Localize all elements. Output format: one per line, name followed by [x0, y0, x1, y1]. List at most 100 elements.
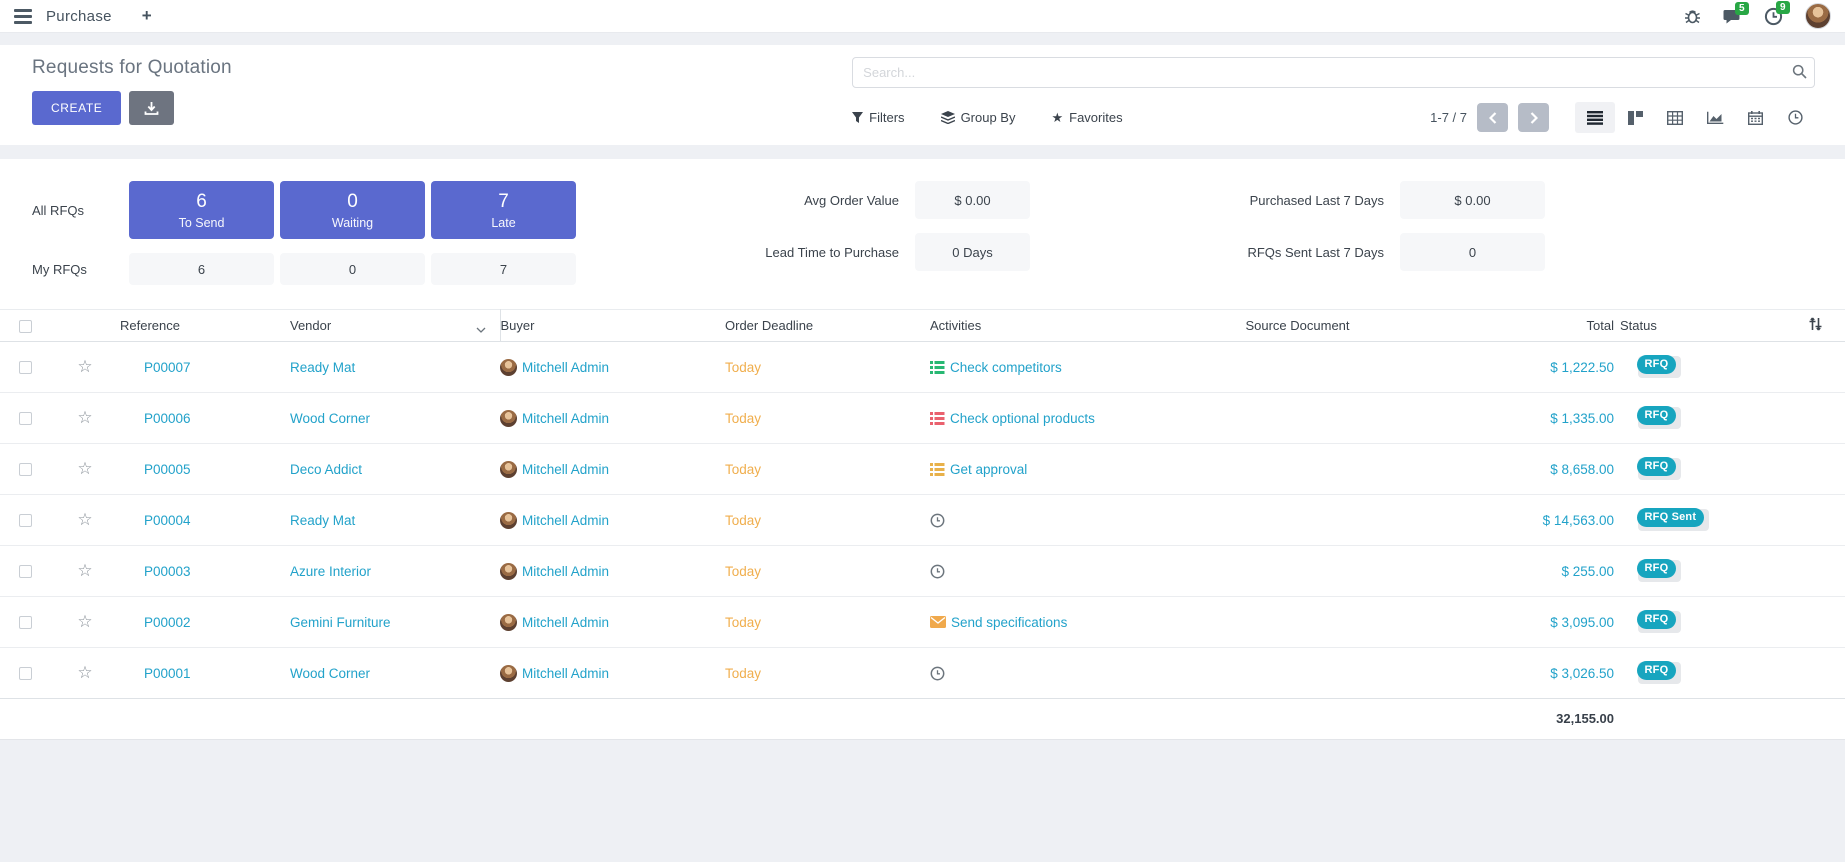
table-row[interactable]: ☆P00003Azure InteriorMitchell AdminToday… — [0, 546, 1845, 597]
view-activity-button[interactable] — [1775, 102, 1815, 133]
row-checkbox[interactable] — [19, 463, 32, 476]
buyer-avatar — [500, 563, 517, 580]
debug-bug-icon[interactable] — [1684, 8, 1701, 24]
vendor-link[interactable]: Ready Mat — [290, 513, 355, 528]
table-row[interactable]: ☆P00004Ready MatMitchell AdminToday$ 14,… — [0, 495, 1845, 546]
favorite-star-icon[interactable]: ☆ — [77, 510, 92, 529]
search-icon[interactable] — [1792, 64, 1807, 84]
reference-link[interactable]: P00002 — [144, 615, 191, 630]
header-vendor[interactable]: Vendor — [290, 310, 500, 342]
page-title: Requests for Quotation — [32, 57, 852, 79]
favorite-star-icon[interactable]: ☆ — [77, 561, 92, 580]
messages-icon[interactable]: 5 — [1723, 8, 1742, 25]
favorites-button[interactable]: ★ Favorites — [1051, 110, 1122, 126]
search-input[interactable] — [852, 57, 1815, 88]
pager-previous-button[interactable] — [1477, 103, 1508, 132]
view-calendar-button[interactable] — [1735, 102, 1775, 133]
background — [0, 739, 1845, 862]
lead-time-value: 0 Days — [915, 233, 1030, 271]
header-buyer[interactable]: Buyer — [500, 310, 725, 342]
pivot-view-icon — [1667, 111, 1683, 125]
list-activity-icon — [930, 361, 945, 374]
order-deadline: Today — [725, 411, 761, 426]
header-source-document[interactable]: Source Document — [1180, 310, 1415, 342]
vendor-link[interactable]: Wood Corner — [290, 411, 370, 426]
activity-button[interactable] — [930, 564, 1180, 579]
favorite-star-icon[interactable]: ☆ — [77, 612, 92, 631]
table-row[interactable]: ☆ P00006 Wood Corner Mitchell Admin Today Che… — [0, 393, 1845, 444]
import-button[interactable] — [129, 91, 174, 125]
buyer-link[interactable]: Mitchell Admin — [522, 564, 609, 579]
reference-link[interactable]: P00007 — [144, 360, 191, 375]
app-name[interactable]: Purchase — [46, 8, 112, 25]
view-pivot-button[interactable] — [1655, 102, 1695, 133]
upload-icon — [144, 101, 159, 116]
row-checkbox[interactable] — [19, 565, 32, 578]
all-waiting-tile[interactable]: 0 Waiting — [280, 181, 425, 239]
create-button[interactable]: CREATE — [32, 91, 121, 125]
buyer-link[interactable]: Mitchell Admin — [522, 462, 609, 477]
rfqs-sent-last-7-days: 0 — [1400, 233, 1545, 271]
table-row[interactable]: ☆P00002Gemini FurnitureMitchell AdminTod… — [0, 597, 1845, 648]
header-reference[interactable]: Reference — [120, 310, 290, 342]
view-kanban-button[interactable] — [1615, 102, 1655, 133]
row-checkbox[interactable] — [19, 667, 32, 680]
table-row[interactable]: ☆P00001Wood CornerMitchell AdminToday$ 3… — [0, 648, 1845, 699]
header-activities[interactable]: Activities — [930, 310, 1180, 342]
new-tab-button[interactable]: + — [142, 6, 152, 26]
row-checkbox[interactable] — [19, 514, 32, 527]
buyer-link[interactable]: Mitchell Admin — [522, 666, 609, 681]
favorite-star-icon[interactable]: ☆ — [77, 357, 92, 376]
select-all-checkbox[interactable] — [19, 320, 32, 333]
my-to-send-tile[interactable]: 6 — [129, 253, 274, 285]
buyer-link[interactable]: Mitchell Admin — [522, 360, 609, 375]
row-checkbox[interactable] — [19, 616, 32, 629]
activity-button[interactable] — [930, 513, 1180, 528]
all-late-tile[interactable]: 7 Late — [431, 181, 576, 239]
activity-button[interactable]: Get approval — [930, 462, 1180, 477]
favorite-star-icon[interactable]: ☆ — [77, 663, 92, 682]
view-graph-button[interactable] — [1695, 102, 1735, 133]
vendor-link[interactable]: Wood Corner — [290, 666, 370, 681]
status-badge: RFQ — [1638, 611, 1681, 633]
my-waiting-tile[interactable]: 0 — [280, 253, 425, 285]
header-order-deadline[interactable]: Order Deadline — [725, 310, 930, 342]
row-checkbox[interactable] — [19, 361, 32, 374]
table-row[interactable]: ☆P00007Ready MatMitchell AdminTodayCheck… — [0, 342, 1845, 393]
buyer-avatar — [500, 665, 517, 682]
row-checkbox[interactable] — [19, 412, 32, 425]
apps-menu-icon[interactable] — [14, 9, 32, 24]
layers-icon — [941, 111, 955, 124]
activity-button[interactable] — [930, 666, 1180, 681]
activities-clock-icon[interactable]: 9 — [1764, 7, 1783, 26]
vendor-link[interactable]: Gemini Furniture — [290, 615, 391, 630]
table-row[interactable]: ☆P00005Deco AddictMitchell AdminTodayGet… — [0, 444, 1845, 495]
reference-link[interactable]: P00003 — [144, 564, 191, 579]
activity-button[interactable]: Check optional products — [930, 411, 1180, 426]
view-list-button[interactable] — [1575, 102, 1615, 133]
my-late-tile[interactable]: 7 — [431, 253, 576, 285]
pager-next-button[interactable] — [1518, 103, 1549, 132]
reference-link[interactable]: P00006 — [144, 411, 191, 426]
header-total[interactable]: Total — [1415, 310, 1620, 342]
vendor-link[interactable]: Azure Interior — [290, 564, 371, 579]
header-status[interactable]: Status — [1620, 310, 1735, 342]
filters-button[interactable]: Filters — [852, 110, 904, 125]
group-by-button[interactable]: Group By — [941, 110, 1016, 125]
reference-link[interactable]: P00004 — [144, 513, 191, 528]
reference-link[interactable]: P00001 — [144, 666, 191, 681]
activity-button[interactable]: Send specifications — [930, 615, 1180, 630]
buyer-link[interactable]: Mitchell Admin — [522, 513, 609, 528]
favorite-star-icon[interactable]: ☆ — [77, 459, 92, 478]
activity-button[interactable]: Check competitors — [930, 360, 1180, 375]
optional-columns-icon[interactable] — [1808, 319, 1823, 334]
favorite-star-icon[interactable]: ☆ — [77, 408, 92, 427]
status-badge: RFQ — [1638, 356, 1681, 378]
reference-link[interactable]: P00005 — [144, 462, 191, 477]
vendor-link[interactable]: Ready Mat — [290, 360, 355, 375]
buyer-link[interactable]: Mitchell Admin — [522, 411, 609, 426]
vendor-link[interactable]: Deco Addict — [290, 462, 362, 477]
all-to-send-tile[interactable]: 6 To Send — [129, 181, 274, 239]
user-avatar[interactable] — [1805, 3, 1831, 29]
buyer-link[interactable]: Mitchell Admin — [522, 615, 609, 630]
